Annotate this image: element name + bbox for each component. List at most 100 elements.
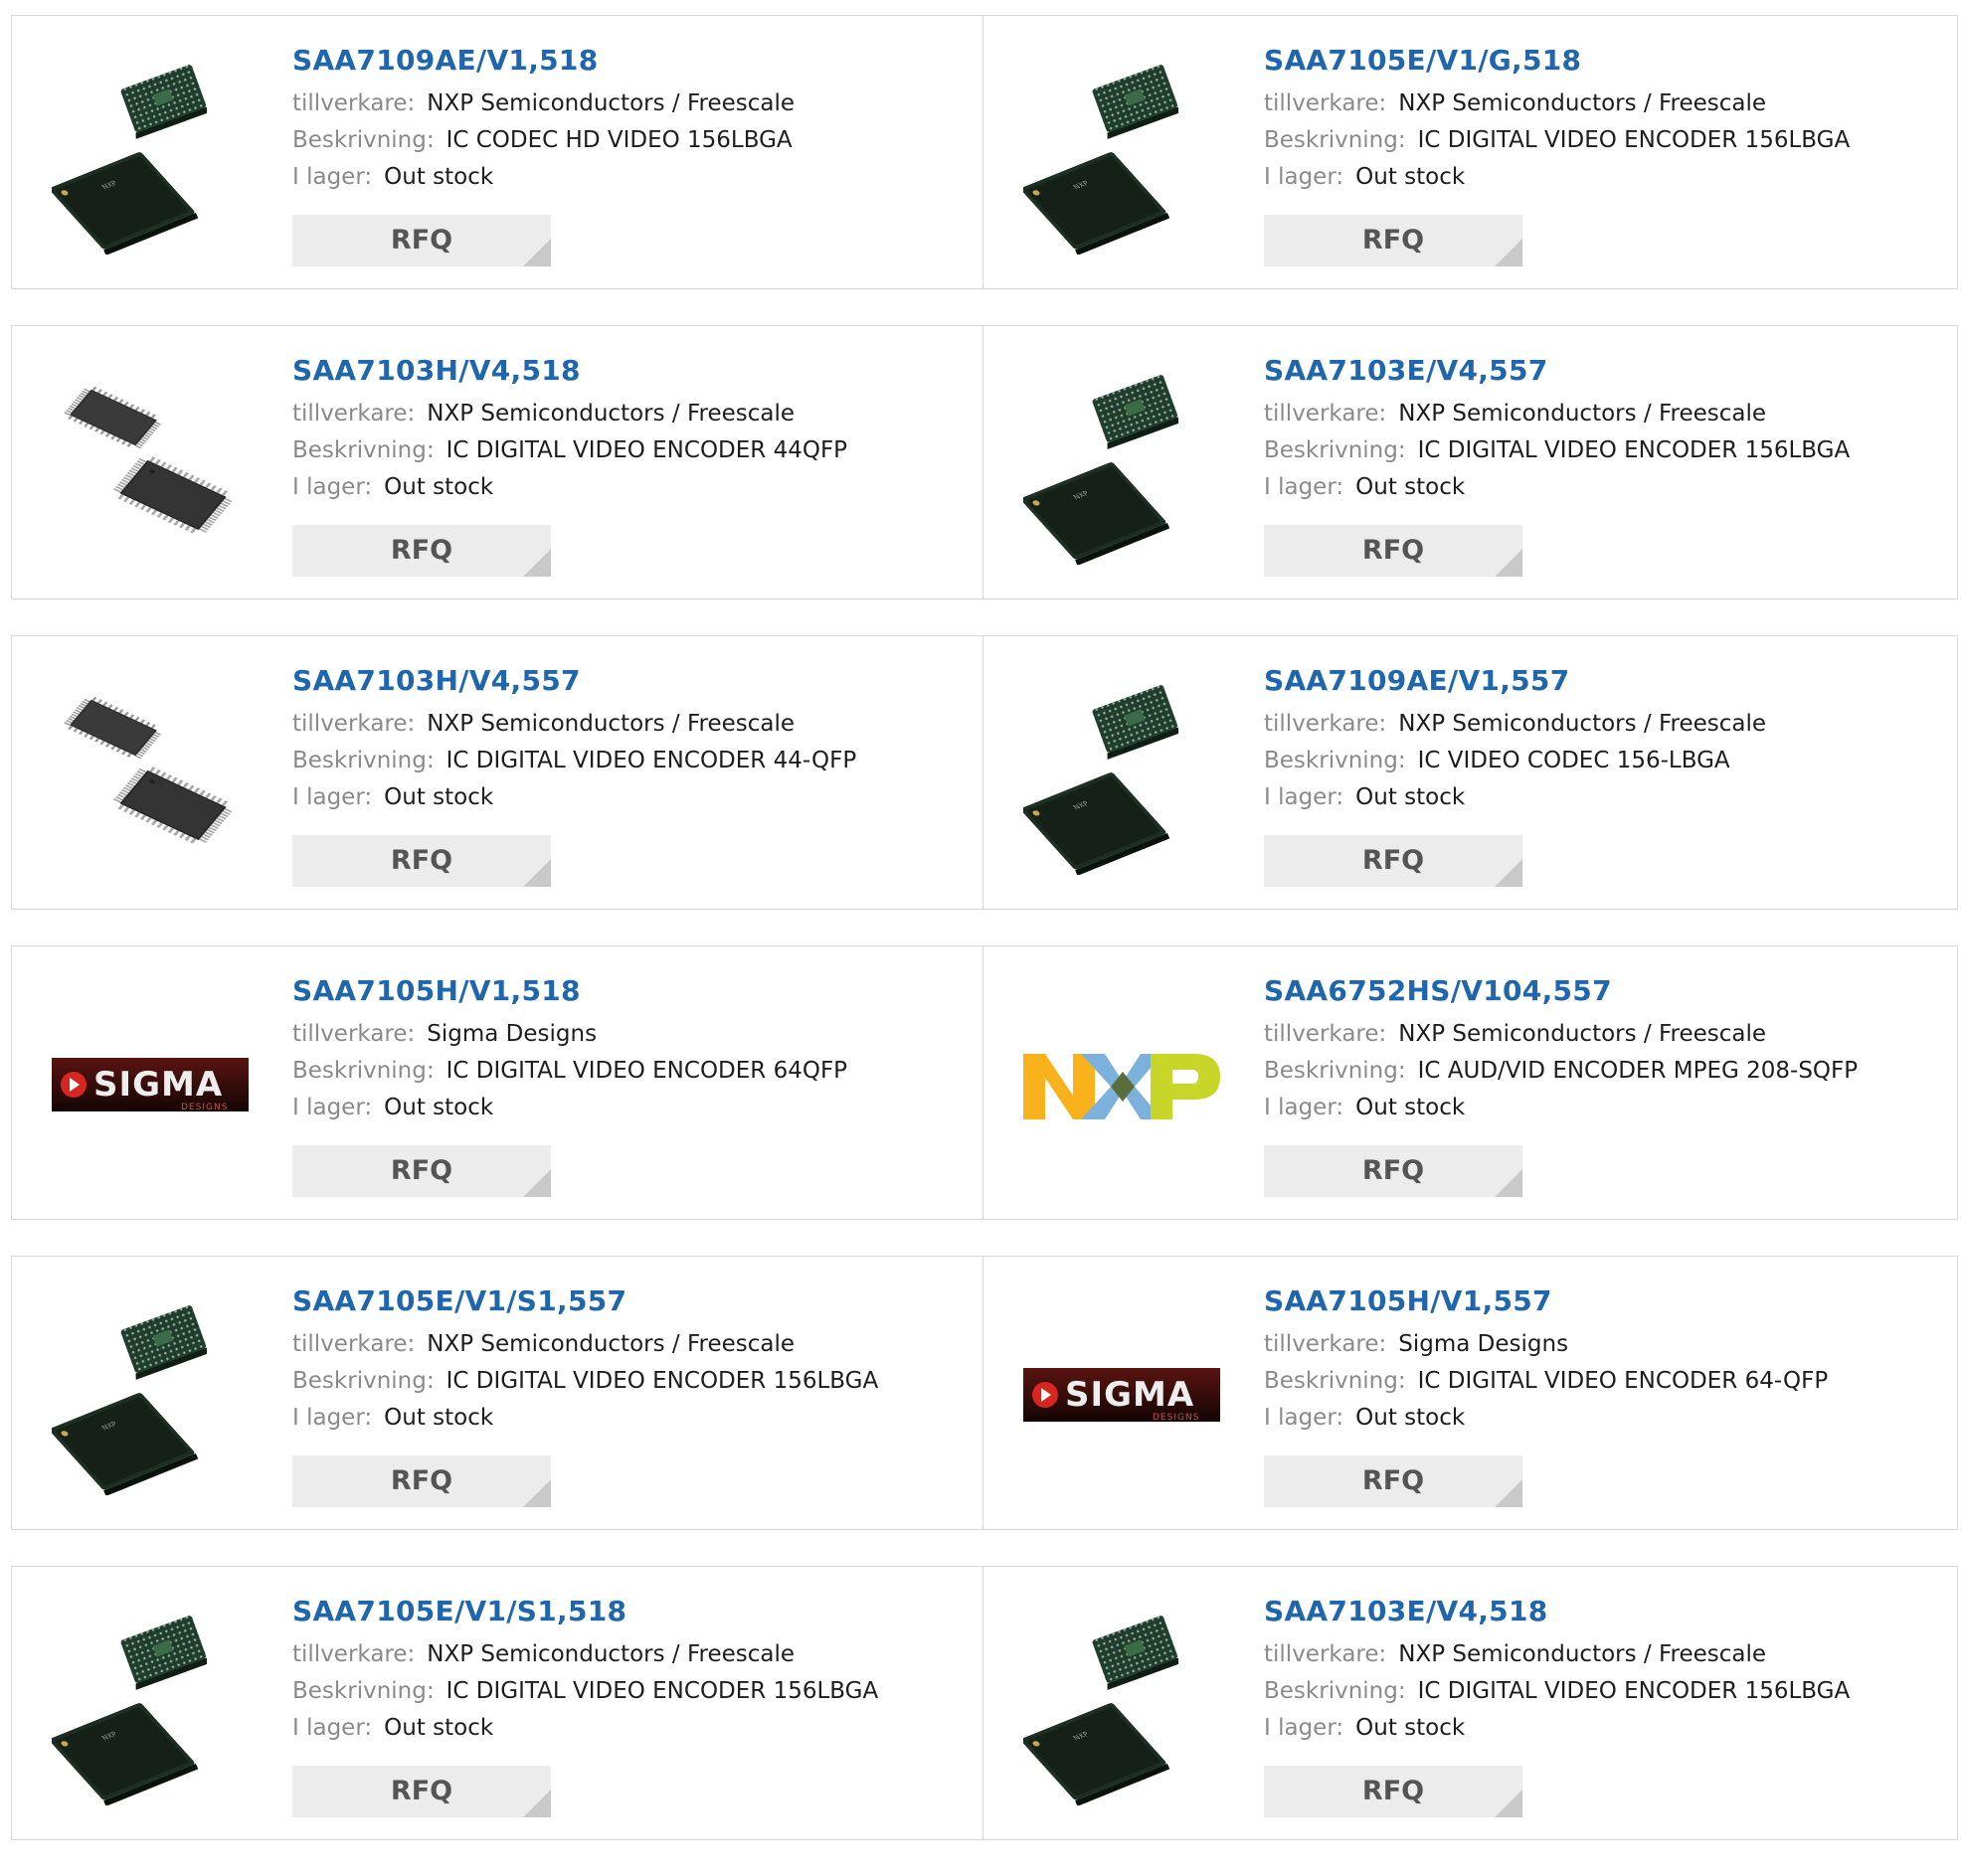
description-line: Beskrivning: IC CODEC HD VIDEO 156LBGA bbox=[292, 124, 795, 157]
manufacturer-line: tillverkare: Sigma Designs bbox=[292, 1018, 847, 1051]
bga-chip-icon[interactable]: NXP bbox=[52, 1296, 251, 1495]
bga-chip-icon[interactable]: NXP bbox=[1023, 56, 1222, 255]
product-part-link[interactable]: SAA7103H/V4,518 bbox=[292, 354, 847, 388]
product-info: SAA6752HS/V104,557 tillverkare: NXP Semic… bbox=[1264, 974, 1858, 1124]
manufacturer-value: NXP Semiconductors / Freescale bbox=[1398, 1641, 1767, 1667]
rfq-label: RFQ bbox=[390, 535, 453, 566]
product-part-link[interactable]: SAA6752HS/V104,557 bbox=[1264, 974, 1858, 1008]
product-row: SIGMA DESIGNS SAA7105H/V1,518 tillverkar… bbox=[11, 945, 1960, 1220]
stock-line: I lager: Out stock bbox=[292, 781, 856, 814]
product-info: SAA7103E/V4,557 tillverkare: NXP Semicond… bbox=[1264, 354, 1850, 504]
description-line: Beskrivning: IC DIGITAL VIDEO ENCODER 156… bbox=[1264, 434, 1850, 467]
sigma-designs-logo[interactable]: SIGMA DESIGNS bbox=[1023, 1296, 1222, 1495]
product-info: SAA7103H/V4,518 tillverkare: NXP Semicond… bbox=[292, 354, 847, 504]
manufacturer-value: NXP Semiconductors / Freescale bbox=[1398, 711, 1767, 737]
product-part-link[interactable]: SAA7105H/V1,518 bbox=[292, 974, 847, 1008]
rfq-button[interactable]: RFQ bbox=[292, 1766, 551, 1817]
manufacturer-label: tillverkare: bbox=[1264, 90, 1387, 116]
manufacturer-label: tillverkare: bbox=[292, 401, 416, 426]
manufacturer-line: tillverkare: NXP Semiconductors / Freesca… bbox=[292, 1328, 878, 1361]
manufacturer-line: tillverkare: NXP Semiconductors / Freesca… bbox=[1264, 87, 1850, 120]
rfq-button[interactable]: RFQ bbox=[1264, 1455, 1522, 1507]
rfq-button[interactable]: RFQ bbox=[292, 835, 551, 887]
description-label: Beskrivning: bbox=[292, 748, 435, 773]
stock-label: I lager: bbox=[1264, 474, 1344, 500]
rfq-button[interactable]: RFQ bbox=[1264, 525, 1522, 577]
stock-label: I lager: bbox=[1264, 164, 1344, 190]
rfq-button[interactable]: RFQ bbox=[1264, 835, 1522, 887]
stock-label: I lager: bbox=[1264, 1715, 1344, 1741]
stock-value: Out stock bbox=[1355, 1095, 1466, 1120]
product-part-link[interactable]: SAA7103E/V4,557 bbox=[1264, 354, 1850, 388]
description-value: IC DIGITAL VIDEO ENCODER 64QFP bbox=[446, 1058, 848, 1084]
nxp-logo[interactable] bbox=[1023, 986, 1222, 1185]
description-label: Beskrivning: bbox=[1264, 1058, 1406, 1084]
rfq-button[interactable]: RFQ bbox=[292, 215, 551, 266]
logo-subtext: DESIGNS bbox=[1153, 1413, 1199, 1423]
description-line: Beskrivning: IC AUD/VID ENCODER MPEG 208-… bbox=[1264, 1055, 1858, 1088]
rfq-label: RFQ bbox=[1361, 845, 1425, 876]
sigma-designs-logo[interactable]: SIGMA DESIGNS bbox=[52, 986, 251, 1185]
logo-text: SIGMA bbox=[93, 1065, 223, 1105]
stock-line: I lager: Out stock bbox=[1264, 1402, 1828, 1435]
rfq-button[interactable]: RFQ bbox=[1264, 1145, 1522, 1197]
rfq-button[interactable]: RFQ bbox=[292, 525, 551, 577]
bga-chip-icon[interactable]: NXP bbox=[1023, 676, 1222, 875]
rfq-label: RFQ bbox=[390, 1155, 453, 1186]
manufacturer-line: tillverkare: NXP Semiconductors / Freesca… bbox=[1264, 398, 1850, 430]
stock-line: I lager: Out stock bbox=[1264, 1712, 1850, 1745]
product-card: SAA6752HS/V104,557 tillverkare: NXP Semic… bbox=[983, 945, 1958, 1220]
stock-label: I lager: bbox=[292, 474, 373, 500]
product-part-link[interactable]: SAA7103E/V4,518 bbox=[1264, 1595, 1850, 1628]
stock-line: I lager: Out stock bbox=[1264, 161, 1850, 194]
description-value: IC CODEC HD VIDEO 156LBGA bbox=[446, 127, 793, 153]
bga-chip-icon[interactable]: NXP bbox=[1023, 366, 1222, 565]
product-part-link[interactable]: SAA7105H/V1,557 bbox=[1264, 1284, 1828, 1318]
manufacturer-line: tillverkare: NXP Semiconductors / Freesca… bbox=[292, 708, 856, 741]
description-value: IC DIGITAL VIDEO ENCODER 44QFP bbox=[446, 437, 848, 463]
product-part-link[interactable]: SAA7109AE/V1,557 bbox=[1264, 664, 1766, 698]
product-part-link[interactable]: SAA7109AE/V1,518 bbox=[292, 44, 795, 78]
rfq-label: RFQ bbox=[1361, 225, 1425, 256]
product-part-link[interactable]: SAA7103H/V4,557 bbox=[292, 664, 856, 698]
product-part-link[interactable]: SAA7105E/V1/G,518 bbox=[1264, 44, 1850, 78]
stock-value: Out stock bbox=[1355, 474, 1466, 500]
description-label: Beskrivning: bbox=[292, 127, 435, 153]
description-line: Beskrivning: IC DIGITAL VIDEO ENCODER 64Q… bbox=[292, 1055, 847, 1088]
rfq-label: RFQ bbox=[390, 1776, 453, 1806]
description-value: IC DIGITAL VIDEO ENCODER 44-QFP bbox=[446, 748, 857, 773]
product-info: SAA7105H/V1,518 tillverkare: Sigma Design… bbox=[292, 974, 847, 1124]
bga-chip-icon[interactable]: NXP bbox=[1023, 1607, 1222, 1805]
rfq-button[interactable]: RFQ bbox=[292, 1145, 551, 1197]
product-info: SAA7109AE/V1,557 tillverkare: NXP Semicon… bbox=[1264, 664, 1766, 814]
manufacturer-value: NXP Semiconductors / Freescale bbox=[427, 1641, 796, 1667]
description-line: Beskrivning: IC DIGITAL VIDEO ENCODER 44-… bbox=[292, 745, 856, 777]
bga-chip-icon[interactable]: NXP bbox=[52, 1607, 251, 1805]
product-part-link[interactable]: SAA7105E/V1/S1,518 bbox=[292, 1595, 878, 1628]
rfq-button[interactable]: RFQ bbox=[1264, 215, 1522, 266]
bga-chip-icon[interactable]: NXP bbox=[52, 56, 251, 255]
description-value: IC DIGITAL VIDEO ENCODER 156LBGA bbox=[446, 1368, 879, 1394]
product-info: SAA7105H/V1,557 tillverkare: Sigma Design… bbox=[1264, 1284, 1828, 1435]
product-card: NXP SAA7105E/V1/S1,557 tillverkare: NXP S… bbox=[11, 1256, 983, 1530]
description-line: Beskrivning: IC DIGITAL VIDEO ENCODER 64-… bbox=[1264, 1365, 1828, 1398]
product-part-link[interactable]: SAA7105E/V1/S1,557 bbox=[292, 1284, 878, 1318]
description-value: IC VIDEO CODEC 156-LBGA bbox=[1417, 748, 1730, 773]
manufacturer-line: tillverkare: NXP Semiconductors / Freesca… bbox=[1264, 1638, 1850, 1671]
stock-line: I lager: Out stock bbox=[292, 161, 795, 194]
stock-value: Out stock bbox=[1355, 784, 1466, 810]
rfq-label: RFQ bbox=[390, 1465, 453, 1496]
stock-line: I lager: Out stock bbox=[292, 1092, 847, 1124]
qfp-chip-icon[interactable] bbox=[52, 676, 251, 875]
qfp-chip-icon[interactable] bbox=[52, 366, 251, 565]
stock-label: I lager: bbox=[292, 1405, 373, 1431]
manufacturer-line: tillverkare: NXP Semiconductors / Freesca… bbox=[1264, 708, 1766, 741]
description-label: Beskrivning: bbox=[1264, 437, 1406, 463]
product-info: SAA7105E/V1/G,518 tillverkare: NXP Semico… bbox=[1264, 44, 1850, 194]
logo-text: SIGMA bbox=[1065, 1375, 1194, 1415]
stock-line: I lager: Out stock bbox=[1264, 781, 1766, 814]
rfq-button[interactable]: RFQ bbox=[1264, 1766, 1522, 1817]
manufacturer-value: NXP Semiconductors / Freescale bbox=[427, 711, 796, 737]
rfq-button[interactable]: RFQ bbox=[292, 1455, 551, 1507]
manufacturer-label: tillverkare: bbox=[1264, 1641, 1387, 1667]
